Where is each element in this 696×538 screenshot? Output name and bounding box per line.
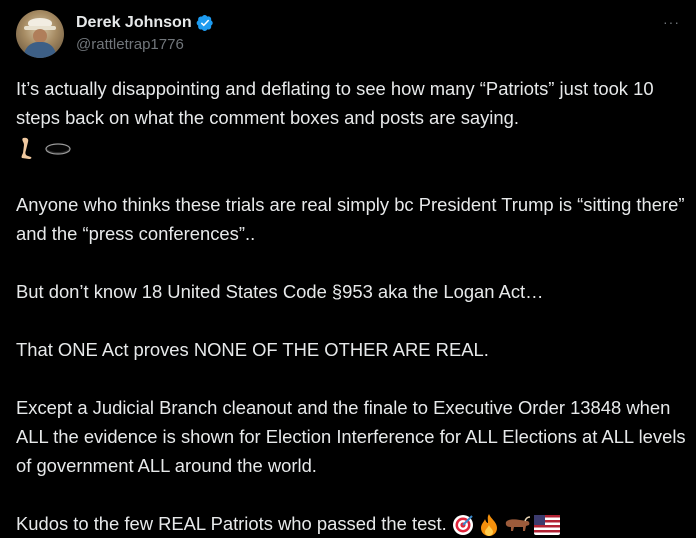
tweet-paragraph: It’s actually disappointing and deflatin…: [16, 74, 686, 161]
hole-icon: [45, 143, 71, 155]
fire-icon: [480, 514, 497, 537]
ox-icon: [505, 516, 530, 532]
avatar-shirt: [24, 42, 56, 58]
avatar-face: [33, 29, 47, 43]
more-options-icon[interactable]: ···: [663, 14, 680, 30]
handle[interactable]: @rattletrap1776: [76, 36, 214, 53]
tweet-paragraph: But don’t know 18 United States Code §95…: [16, 281, 544, 302]
leg-icon: [21, 137, 32, 160]
emoji-row: [16, 132, 686, 161]
target-icon: [452, 515, 473, 536]
tweet-text: It’s actually disappointing and deflatin…: [16, 74, 686, 538]
tweet-paragraph-text: It’s actually disappointing and deflatin…: [16, 78, 659, 128]
us-flag-icon: [533, 515, 560, 536]
tweet-header: Derek Johnson @rattletrap1776 ···: [16, 10, 680, 60]
tweet-paragraph: That ONE Act proves NONE OF THE OTHER AR…: [16, 339, 489, 360]
tweet-paragraph: Except a Judicial Branch cleanout and th…: [16, 397, 691, 476]
tweet-paragraph: Kudos to the few REAL Patriots who passe…: [16, 509, 686, 538]
display-name[interactable]: Derek Johnson: [76, 14, 192, 32]
verified-badge-icon[interactable]: [196, 14, 214, 32]
avatar[interactable]: [16, 10, 64, 58]
author-info: Derek Johnson @rattletrap1776: [76, 12, 214, 53]
tweet-paragraph-text: Kudos to the few REAL Patriots who passe…: [16, 513, 447, 534]
name-row: Derek Johnson: [76, 12, 214, 34]
tweet-paragraph: Anyone who thinks these trials are real …: [16, 194, 690, 244]
